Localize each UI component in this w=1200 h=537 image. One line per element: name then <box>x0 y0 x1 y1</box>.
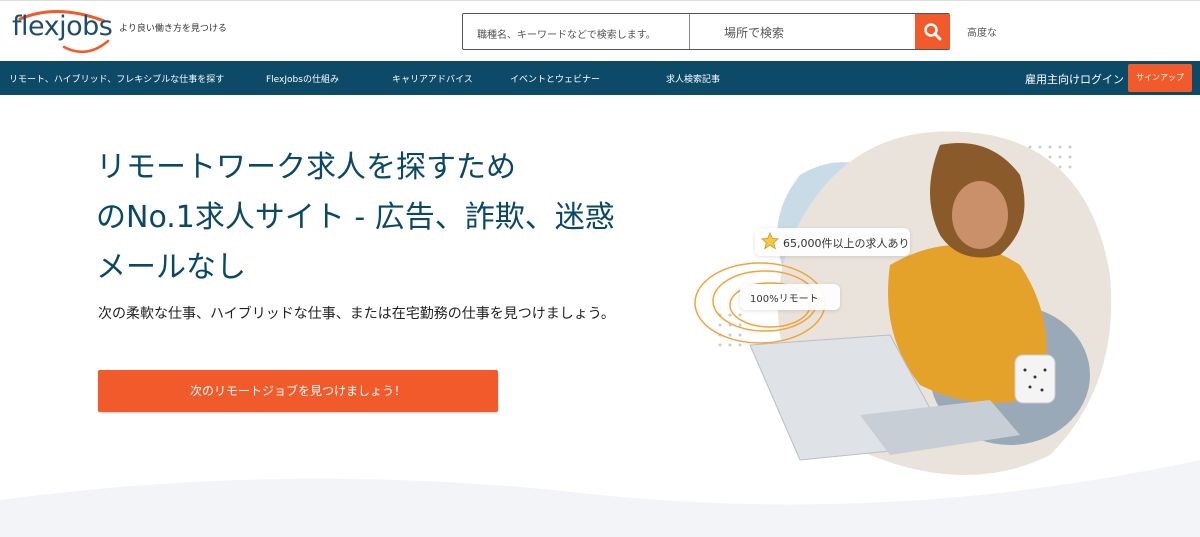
star-icon <box>761 232 779 250</box>
search-icon <box>923 22 941 40</box>
jobs-count-badge: 65,000件以上の求人あり <box>755 228 910 256</box>
search-bar: 職種名、キーワードなどで検索します。 場所で検索 <box>462 13 950 50</box>
main-nav: リモート、ハイブリッド、フレキシブルな仕事を探す FlexJobsの仕組み キャ… <box>0 61 1200 95</box>
keyword-search-input[interactable]: 職種名、キーワードなどで検索します。 <box>463 14 690 49</box>
site-header: flexjobs より良い働き方を見つける 職種名、キーワードなどで検索します。… <box>0 0 1200 61</box>
signup-button[interactable]: サインアップ <box>1128 64 1192 92</box>
tagline: より良い働き方を見つける <box>119 24 227 34</box>
nav-item-find-jobs[interactable]: リモート、ハイブリッド、フレキシブルな仕事を探す <box>9 72 224 85</box>
hero-title-line: メールなし <box>96 250 246 285</box>
hero-title-line: リモートワーク求人を探すため <box>96 150 516 185</box>
remote-badge-text: 100%リモート <box>750 294 819 305</box>
location-search-input[interactable]: 場所で検索 <box>690 14 915 49</box>
hero-subtitle: 次の柔軟な仕事、ハイブリッドな仕事、または在宅勤務の仕事を見つけましょう。 <box>98 306 615 322</box>
nav-item-articles[interactable]: 求人検索記事 <box>666 72 720 85</box>
search-button[interactable] <box>915 14 950 49</box>
mug <box>1014 354 1056 404</box>
find-remote-job-button[interactable]: 次のリモートジョブを見つけましょう！ <box>98 370 498 412</box>
nav-item-events[interactable]: イベントとウェビナー <box>510 72 600 85</box>
employer-login-link[interactable]: 雇用主向けログイン <box>1025 71 1124 87</box>
jobs-count-text: 65,000件以上の求人あり <box>783 237 910 250</box>
advanced-search-link[interactable]: 高度な <box>967 24 997 39</box>
nav-item-career-advice[interactable]: キャリアアドバイス <box>392 72 473 85</box>
hero-title-line: のNo.1求人サイト - 広告、詐欺、迷惑 <box>96 200 615 235</box>
logo-text: flexjobs <box>12 11 113 42</box>
remote-badge: 100%リモート <box>740 284 840 310</box>
hero-title: リモートワーク求人を探すため のNo.1求人サイト - 広告、詐欺、迷惑 メール… <box>96 143 696 293</box>
bottom-wave <box>0 460 1200 537</box>
nav-item-how-it-works[interactable]: FlexJobsの仕組み <box>266 72 339 85</box>
flexjobs-logo[interactable]: flexjobs <box>12 7 113 55</box>
